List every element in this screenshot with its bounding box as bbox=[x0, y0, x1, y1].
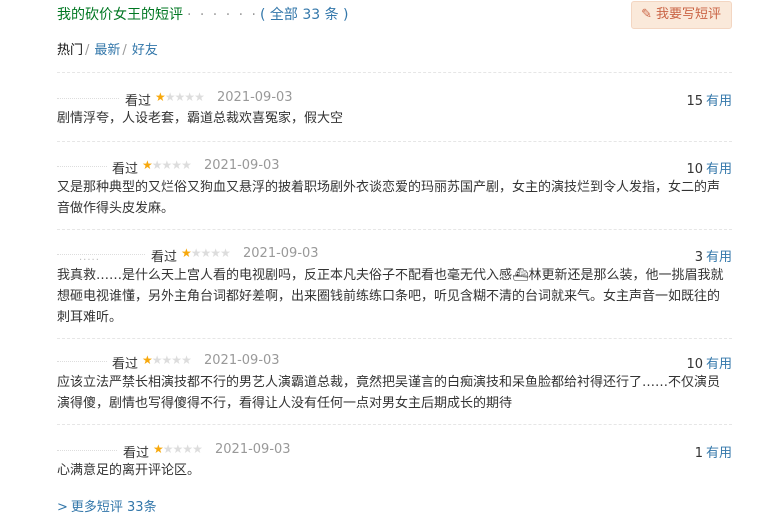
watched-label: 看过 bbox=[123, 446, 150, 461]
vote-area: 3 有用 bbox=[695, 246, 732, 265]
title-dots: · · · · · · bbox=[187, 7, 258, 23]
star-empty-icon: ★ bbox=[190, 246, 202, 260]
star-empty-icon: ★ bbox=[171, 158, 182, 172]
vote-count: 10 bbox=[686, 357, 703, 372]
comment-text: 应该立法严禁长相演技都不行的男艺人演霸道总裁，竟然把吴谨言的白痴演技和呆鱼脸都给… bbox=[57, 375, 721, 411]
comment-date: 2021-09-03 bbox=[204, 158, 280, 173]
all-comments-count-link[interactable]: ( 全部 33 条 ) bbox=[260, 7, 349, 23]
star-filled-icon: ★ bbox=[155, 90, 166, 104]
vote-count: 10 bbox=[686, 162, 703, 177]
filter-hot[interactable]: 热门 bbox=[57, 43, 83, 58]
comment-meta: 看过 ★★★★★ 2021-09-03 10 有用 bbox=[57, 353, 732, 372]
star-empty-icon: ★ bbox=[192, 442, 203, 456]
comment-item: 看过 ★★★★★ 2021-09-03 10 有用 应该立法严禁长相演技都不行的男… bbox=[57, 338, 732, 425]
comment-item: 看过 ★★★★★ 2021-09-03 10 有用 又是那种典型的又烂俗又狗血又悬… bbox=[57, 141, 732, 230]
comment-item: ····· 看过 ★★★★★ 2021-09-03 3 有用 我真救……是什么天上… bbox=[57, 229, 732, 340]
author-name[interactable] bbox=[57, 450, 117, 452]
vote-area: 1 有用 bbox=[695, 442, 732, 461]
star-empty-icon: ★ bbox=[171, 353, 182, 367]
star-empty-icon: ★ bbox=[181, 158, 192, 172]
watched-label: 看过 bbox=[151, 250, 178, 265]
star-empty-icon: ★ bbox=[181, 353, 192, 367]
star-empty-icon: ★ bbox=[184, 90, 195, 104]
comment-text: 剧情浮夸，人设老套，霸道总裁欢喜冤家，假大空 bbox=[57, 111, 344, 126]
rating-stars: ★★★★★ bbox=[155, 90, 205, 104]
useful-button[interactable]: 有用 bbox=[706, 446, 732, 461]
useful-button[interactable]: 有用 bbox=[706, 357, 732, 372]
watched-label: 看过 bbox=[125, 94, 152, 109]
vote-area: 10 有用 bbox=[686, 353, 732, 372]
star-filled-icon: ★ bbox=[153, 442, 164, 456]
comments-section: 我的砍价女王的短评 · · · · · ·( 全部 33 条 ) ✎ 我要写短评 热… bbox=[0, 0, 774, 517]
comment-meta: 看过 ★★★★★ 2021-09-03 3 有用 bbox=[57, 246, 732, 265]
star-empty-icon: ★ bbox=[210, 246, 221, 260]
comment-text: 我真救……是什么天上宫人看的电视剧吗，反正本凡夫俗子不配看也毫无代入感⛴林更新还… bbox=[57, 268, 724, 325]
star-empty-icon: ★ bbox=[164, 90, 176, 104]
more-comments-label: 更多短评 33条 bbox=[70, 500, 157, 515]
comment-meta: 看过 ★★★★★ 2021-09-03 1 有用 bbox=[57, 442, 732, 461]
comment-date: 2021-09-03 bbox=[217, 90, 293, 105]
vote-count: 3 bbox=[694, 250, 703, 265]
star-empty-icon: ★ bbox=[194, 90, 205, 104]
star-filled-icon: ★ bbox=[142, 353, 153, 367]
rating-stars: ★★★★★ bbox=[142, 158, 192, 172]
section-header: 我的砍价女王的短评 · · · · · ·( 全部 33 条 ) ✎ 我要写短评 bbox=[57, 1, 737, 29]
star-empty-icon: ★ bbox=[161, 158, 173, 172]
title-text[interactable]: 我的砍价女王的短评 bbox=[57, 7, 183, 23]
watched-label: 看过 bbox=[112, 357, 139, 372]
vote-area: 15 有用 bbox=[686, 90, 732, 109]
rating-stars: ★★★★★ bbox=[142, 353, 192, 367]
star-empty-icon: ★ bbox=[182, 442, 193, 456]
filter-latest[interactable]: 最新 bbox=[94, 43, 120, 58]
star-empty-icon: ★ bbox=[220, 246, 231, 260]
star-empty-icon: ★ bbox=[162, 442, 174, 456]
rating-stars: ★★★★★ bbox=[153, 442, 203, 456]
vote-count: 1 bbox=[694, 446, 703, 461]
comment-item: 看过 ★★★★★ 2021-09-03 1 有用 心满意足的离开评论区。 bbox=[57, 424, 732, 485]
write-comment-button[interactable]: ✎ 我要写短评 bbox=[631, 1, 732, 29]
comment-date: 2021-09-03 bbox=[204, 353, 280, 368]
author-name[interactable] bbox=[57, 254, 145, 256]
star-empty-icon: ★ bbox=[151, 158, 163, 172]
comment-item: 看过 ★★★★★ 2021-09-03 15 有用 剧情浮夸，人设老套，霸道总裁欢… bbox=[57, 72, 732, 141]
star-filled-icon: ★ bbox=[181, 246, 192, 260]
useful-button[interactable]: 有用 bbox=[706, 250, 732, 265]
star-filled-icon: ★ bbox=[142, 158, 153, 172]
star-empty-icon: ★ bbox=[161, 353, 173, 367]
comment-text: 心满意足的离开评论区。 bbox=[57, 463, 201, 478]
vote-count: 15 bbox=[686, 94, 703, 109]
comment-date: 2021-09-03 bbox=[215, 442, 291, 457]
star-empty-icon: ★ bbox=[151, 353, 163, 367]
comment-meta: 看过 ★★★★★ 2021-09-03 15 有用 bbox=[57, 90, 732, 109]
author-name[interactable] bbox=[57, 361, 107, 363]
filter-separator: / bbox=[85, 43, 90, 58]
write-comment-label: 我要写短评 bbox=[655, 7, 721, 22]
pencil-icon: ✎ bbox=[641, 7, 652, 22]
comment-date: 2021-09-03 bbox=[243, 246, 319, 261]
comment-meta: 看过 ★★★★★ 2021-09-03 10 有用 bbox=[57, 158, 732, 177]
watched-label: 看过 bbox=[112, 162, 139, 177]
vote-area: 10 有用 bbox=[686, 158, 732, 177]
more-comments-link[interactable]: > 更多短评 33条 bbox=[57, 496, 157, 515]
star-empty-icon: ★ bbox=[172, 442, 184, 456]
author-name[interactable] bbox=[57, 166, 107, 168]
rating-stars: ★★★★★ bbox=[181, 246, 231, 260]
comment-text: 又是那种典型的又烂俗又狗血又悬浮的披着职场剧外衣谈恋爱的玛丽苏国产剧，女主的演技… bbox=[57, 180, 721, 216]
filter-separator: / bbox=[122, 43, 127, 58]
useful-button[interactable]: 有用 bbox=[706, 162, 732, 177]
useful-button[interactable]: 有用 bbox=[706, 94, 732, 109]
filter-friends[interactable]: 好友 bbox=[132, 43, 158, 58]
author-name[interactable] bbox=[57, 98, 119, 100]
section-title: 我的砍价女王的短评 · · · · · ·( 全部 33 条 ) bbox=[57, 4, 349, 24]
sort-filter-bar: 热门 / 最新 / 好友 bbox=[57, 39, 158, 58]
star-empty-icon: ★ bbox=[174, 90, 186, 104]
chevron-right-icon: > bbox=[57, 500, 68, 515]
star-empty-icon: ★ bbox=[200, 246, 212, 260]
